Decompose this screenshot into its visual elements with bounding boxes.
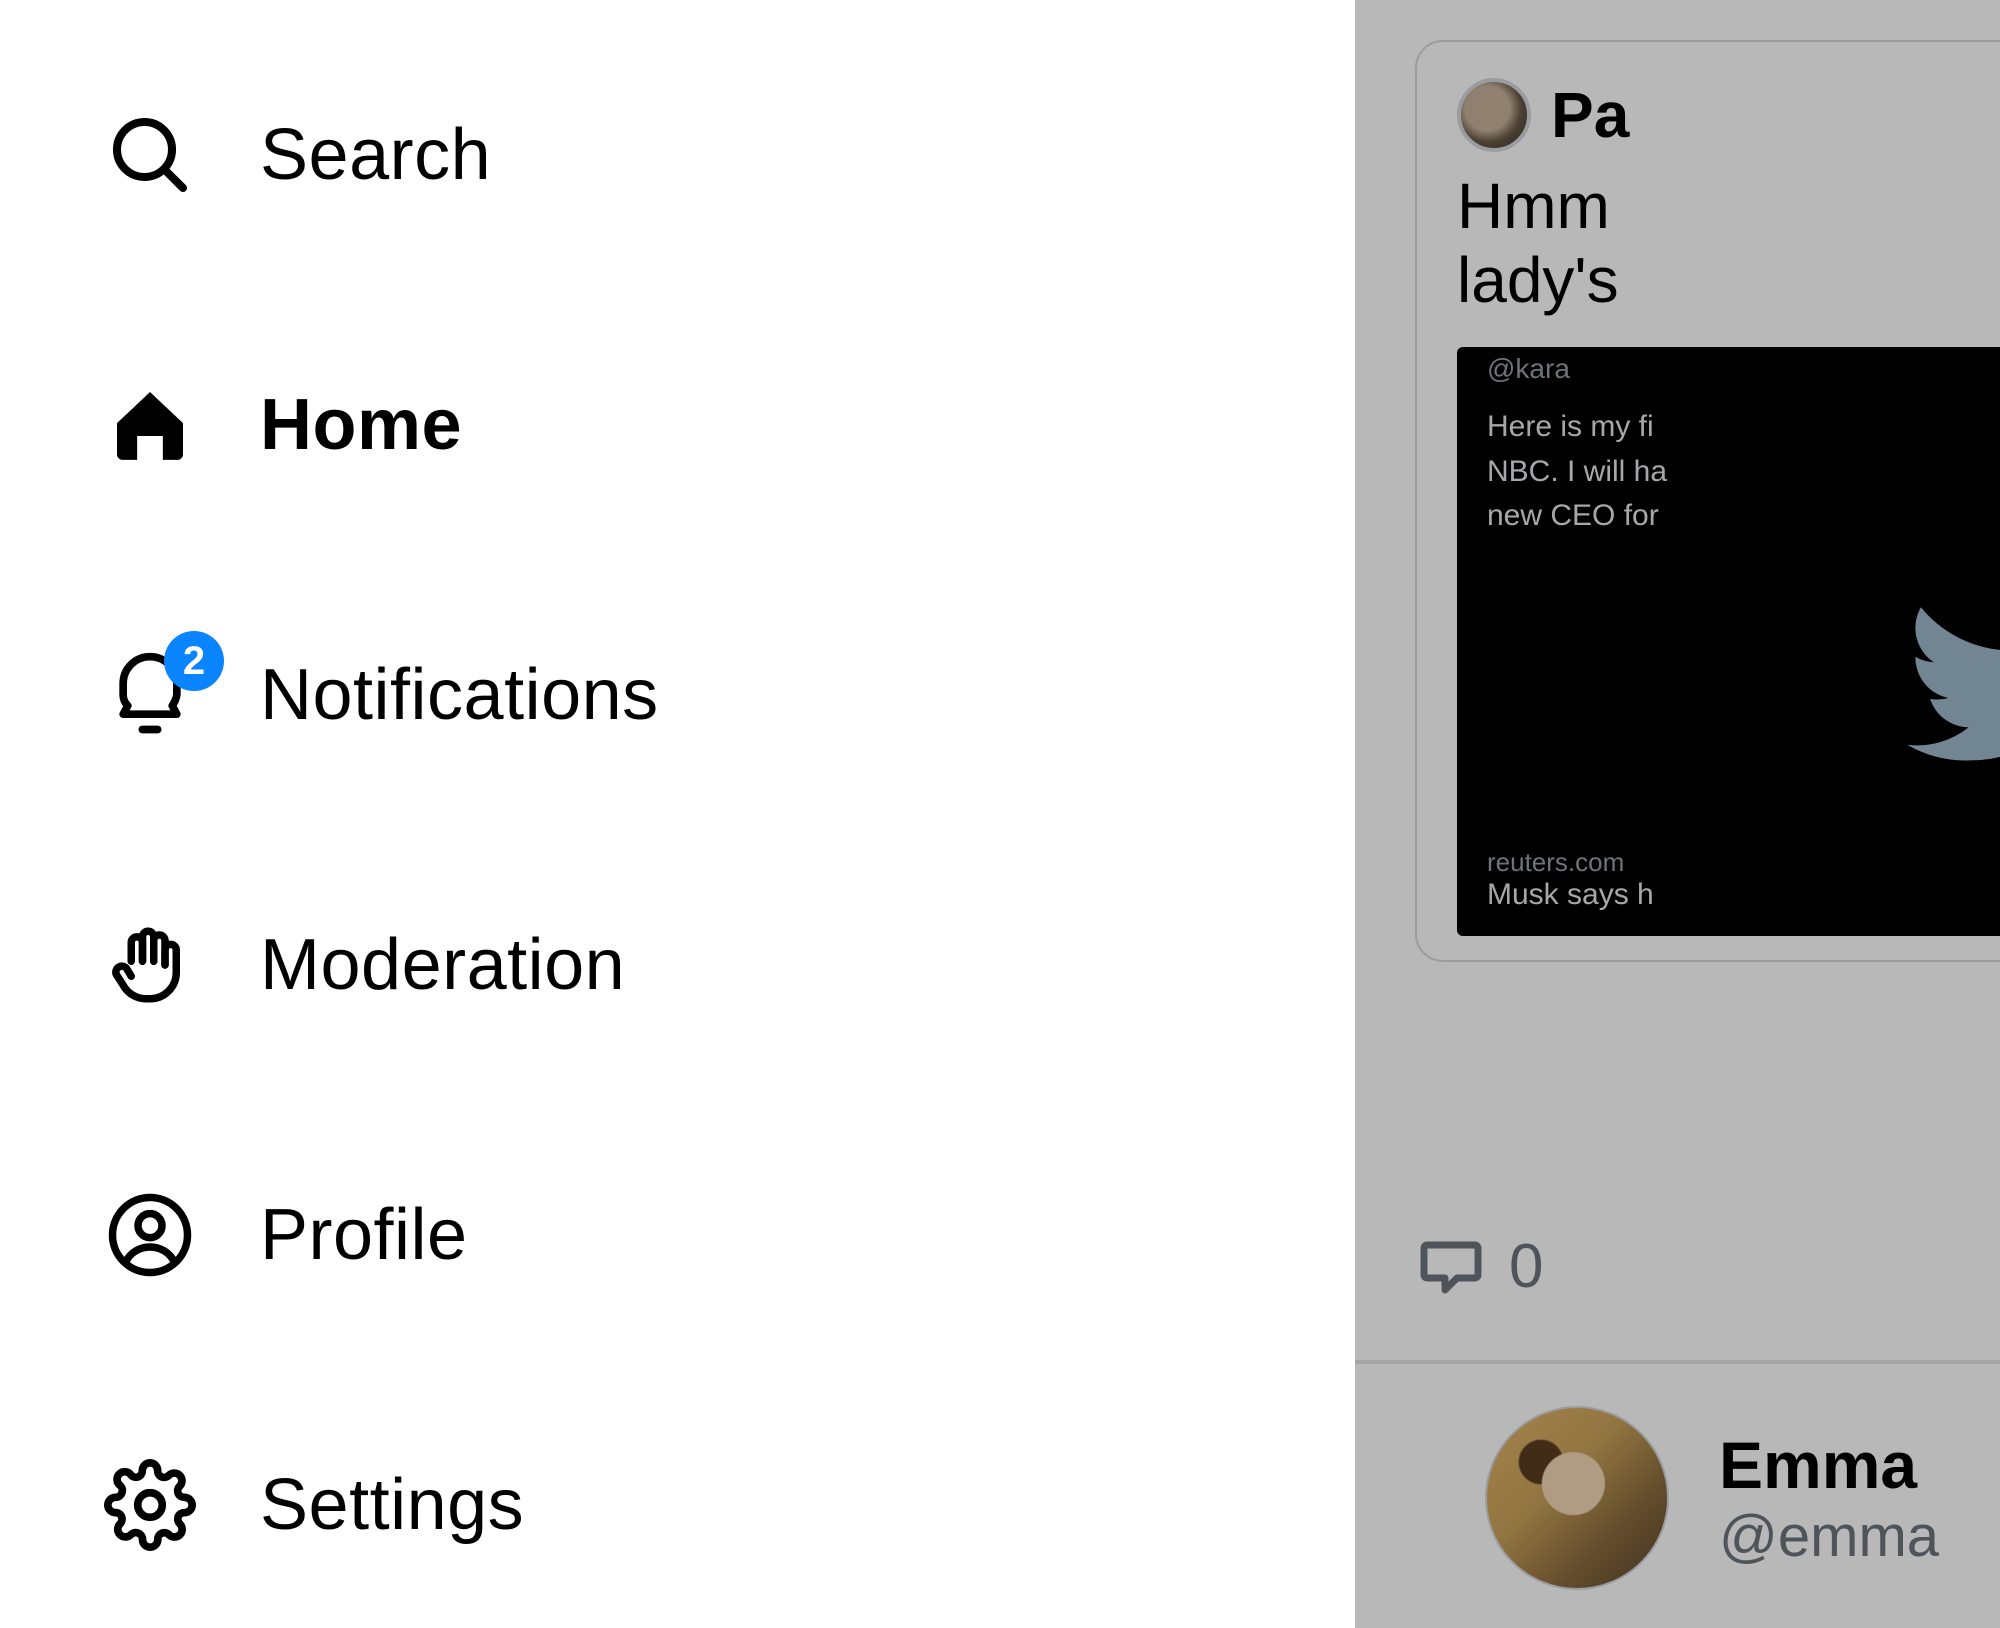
bell-icon: 2 (100, 649, 200, 741)
reply-count: 0 (1509, 1231, 1543, 1302)
embed-handle: @kara (1487, 347, 2000, 385)
embed-text-line: Here is my fi (1487, 407, 2000, 448)
sidebar-item-label: Settings (260, 1464, 524, 1546)
sidebar-item-settings[interactable]: Settings (100, 1370, 1355, 1628)
reply-icon (1415, 1230, 1487, 1302)
sidebar-item-label: Notifications (260, 654, 659, 736)
feed-background: Pa Hmm lady's @kara Here is my fi NBC. I… (1355, 0, 2000, 1628)
post-body: Hmm lady's (1457, 170, 2000, 317)
post-body-line: lady's (1457, 244, 2000, 318)
sidebar-item-profile[interactable]: Profile (100, 1100, 1355, 1370)
twitter-bird-icon (1487, 537, 2000, 837)
embed-text-line: new CEO for (1487, 496, 2000, 537)
sidebar-item-notifications[interactable]: 2 Notifications (100, 560, 1355, 830)
post-card[interactable]: Pa Hmm lady's @kara Here is my fi NBC. I… (1415, 40, 2000, 962)
next-post-header[interactable]: Emma @emma (1485, 1406, 1939, 1590)
sidebar-item-label: Home (260, 384, 462, 466)
avatar[interactable] (1485, 1406, 1669, 1590)
avatar[interactable] (1457, 78, 1531, 152)
post-header: Pa (1457, 78, 2000, 152)
sidebar-item-search[interactable]: Search (100, 20, 1355, 290)
feed-divider (1355, 1360, 2000, 1364)
reply-button[interactable]: 0 (1415, 1230, 1543, 1302)
home-icon (100, 381, 200, 469)
sidebar-item-label: Moderation (260, 924, 625, 1006)
hand-icon (100, 920, 200, 1010)
embed-domain: reuters.com (1487, 847, 2000, 878)
sidebar-item-moderation[interactable]: Moderation (100, 830, 1355, 1100)
post-author-name[interactable]: Emma (1719, 1427, 1939, 1503)
gear-icon (100, 1459, 200, 1551)
post-body-line: Hmm (1457, 170, 2000, 244)
search-icon (100, 111, 200, 199)
notifications-badge: 2 (164, 631, 224, 691)
sidebar-item-label: Search (260, 114, 491, 196)
sidebar-item-home[interactable]: Home (100, 290, 1355, 560)
embed-text-line: NBC. I will ha (1487, 452, 2000, 493)
post-author-name[interactable]: Pa (1551, 78, 1629, 152)
sidebar: Search Home 2 Notifications Moderation (0, 0, 1355, 1628)
embedded-card[interactable]: @kara Here is my fi NBC. I will ha new C… (1457, 347, 2000, 936)
sidebar-item-label: Profile (260, 1194, 468, 1276)
embed-headline: Musk says h (1487, 878, 2000, 912)
post-author-handle[interactable]: @emma (1719, 1503, 1939, 1570)
user-circle-icon (100, 1190, 200, 1280)
